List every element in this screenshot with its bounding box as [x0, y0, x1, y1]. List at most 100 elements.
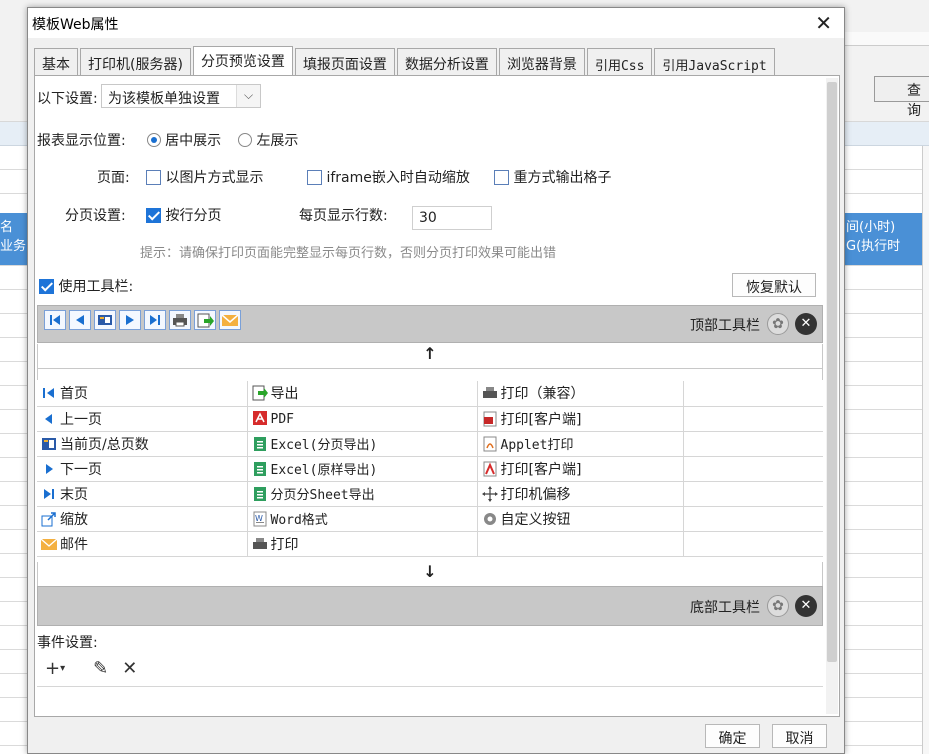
- tab-basic[interactable]: 基本: [34, 48, 78, 76]
- use-toolbar-option[interactable]: 使用工具栏:: [39, 276, 133, 296]
- applet-print-icon: [482, 436, 498, 452]
- item-label: 末页: [60, 486, 88, 503]
- move-down-arrow[interactable]: ↓: [37, 562, 823, 586]
- by-row-option[interactable]: 按行分页: [146, 205, 221, 225]
- mail-icon[interactable]: [219, 310, 241, 330]
- tab-fill-page[interactable]: 填报页面设置: [294, 48, 395, 76]
- events-list[interactable]: [37, 686, 823, 716]
- toolbar-item-page-count[interactable]: 当前页/总页数: [37, 431, 248, 457]
- background-grid-edge: [922, 146, 929, 754]
- toolbar-item-zoom[interactable]: 缩放: [37, 506, 248, 532]
- toolbar-item-print[interactable]: 打印: [247, 531, 478, 557]
- gear-icon[interactable]: ✿: [767, 595, 789, 617]
- delete-icon[interactable]: ✕: [122, 658, 137, 679]
- toolbar-item-excel-paged[interactable]: Excel(分页导出): [247, 431, 478, 457]
- prev-page-icon[interactable]: [69, 310, 91, 330]
- by-row-label[interactable]: 按行分页: [165, 208, 221, 224]
- radio-center[interactable]: [146, 133, 161, 147]
- rows-per-page-input[interactable]: 30: [412, 206, 492, 230]
- repeat-cells-checkbox[interactable]: [494, 170, 509, 185]
- toolbar-item-word[interactable]: W Word格式: [247, 506, 478, 532]
- toolbar-item-empty: [683, 431, 823, 457]
- as-image-option[interactable]: 以图片方式显示: [146, 167, 263, 187]
- report-position-label: 报表显示位置:: [37, 133, 126, 149]
- tab-page-preview[interactable]: 分页预览设置: [192, 46, 293, 76]
- toolbar-item-excel-original[interactable]: Excel(原样导出): [247, 456, 478, 482]
- toolbar-item-empty: [683, 481, 823, 507]
- repeat-cells-option[interactable]: 重方式输出格子: [494, 167, 611, 187]
- radio-left-label[interactable]: 左展示: [256, 133, 298, 149]
- close-icon[interactable]: ✕: [795, 313, 817, 335]
- edit-icon[interactable]: ✎: [93, 658, 108, 679]
- move-up-arrow[interactable]: ↑: [37, 344, 823, 368]
- page-count-icon[interactable]: [94, 310, 116, 330]
- table-row: 首页 导出 打印（兼容）: [37, 381, 823, 407]
- toolbar-item-print-compat[interactable]: 打印（兼容）: [477, 381, 684, 407]
- toolbar-item-export[interactable]: 导出: [247, 381, 478, 407]
- tab-printer-server[interactable]: 打印机(服务器): [80, 48, 191, 76]
- print-icon: [252, 536, 268, 552]
- toolbar-item-pdf[interactable]: PDF: [247, 406, 478, 432]
- settings-scope-value: 为该模板单独设置: [108, 91, 220, 107]
- add-icon[interactable]: +▾: [45, 658, 79, 679]
- item-label: 打印机偏移: [500, 486, 571, 503]
- use-toolbar-label[interactable]: 使用工具栏:: [58, 279, 133, 295]
- gear-icon: [482, 511, 498, 527]
- toolbar-item-mail[interactable]: 邮件: [37, 531, 248, 557]
- item-label: 自定义按钮: [500, 511, 571, 528]
- print-icon[interactable]: [169, 310, 191, 330]
- restore-default-button[interactable]: 恢复默认: [732, 273, 816, 297]
- use-toolbar-checkbox[interactable]: [39, 279, 54, 294]
- first-page-icon[interactable]: [44, 310, 66, 330]
- toolbar-item-sheet-export[interactable]: 分页分Sheet导出: [247, 481, 478, 507]
- repeat-cells-label[interactable]: 重方式输出格子: [513, 170, 611, 186]
- toolbar-item-print-client[interactable]: 打印[客户端]: [477, 406, 684, 432]
- next-page-icon[interactable]: [119, 310, 141, 330]
- background-cell-left[interactable]: 名 业务: [0, 213, 30, 265]
- toolbar-item-custom-button[interactable]: 自定义按钮: [477, 506, 684, 532]
- vertical-scrollbar[interactable]: [826, 78, 838, 714]
- toolbar-item-prev-page[interactable]: 上一页: [37, 406, 248, 432]
- iframe-scale-option[interactable]: iframe嵌入时自动缩放: [307, 167, 470, 187]
- export-icon[interactable]: [194, 310, 216, 330]
- zoom-icon: [41, 511, 57, 527]
- query-button[interactable]: 查询: [874, 76, 929, 119]
- settings-scope-select[interactable]: 为该模板单独设置 ⌵: [101, 84, 261, 108]
- as-image-label[interactable]: 以图片方式显示: [165, 170, 263, 186]
- as-image-checkbox[interactable]: [146, 170, 161, 185]
- bottom-toolbar-area[interactable]: 底部工具栏 ✿ ✕: [37, 586, 823, 626]
- cell-text: 名: [0, 220, 14, 235]
- cancel-button[interactable]: 取消: [772, 724, 827, 748]
- radio-center-label[interactable]: 居中展示: [165, 133, 221, 149]
- background-cell-right[interactable]: 间(小时) G(执行时: [842, 213, 922, 265]
- item-label: Applet打印: [500, 438, 574, 453]
- iframe-scale-checkbox[interactable]: [307, 170, 322, 185]
- toolbar-item-last-page[interactable]: 末页: [37, 481, 248, 507]
- table-row: 上一页 PDF 打印[客户端]: [37, 406, 823, 432]
- scrollbar-thumb[interactable]: [827, 82, 837, 662]
- toolbar-item-applet-print[interactable]: Applet打印: [477, 431, 684, 457]
- last-page-icon[interactable]: [144, 310, 166, 330]
- table-row: 末页 分页分Sheet导出 打印机偏移: [37, 481, 823, 507]
- toolbar-item-next-page[interactable]: 下一页: [37, 456, 248, 482]
- tab-bar: 基本 打印机(服务器) 分页预览设置 填报页面设置 数据分析设置 浏览器背景 引…: [34, 46, 777, 76]
- toolbar-item-printer-offset[interactable]: 打印机偏移: [477, 481, 684, 507]
- chevron-down-icon[interactable]: ⌵: [236, 85, 260, 107]
- tab-css[interactable]: 引用Css: [586, 48, 653, 76]
- tab-browser-background[interactable]: 浏览器背景: [498, 48, 585, 76]
- pagination-label: 分页设置:: [65, 208, 126, 224]
- close-icon[interactable]: ✕: [795, 595, 817, 617]
- by-row-checkbox[interactable]: [146, 208, 161, 223]
- gear-icon[interactable]: ✿: [767, 313, 789, 335]
- ok-button[interactable]: 确定: [705, 724, 760, 748]
- iframe-scale-label[interactable]: iframe嵌入时自动缩放: [326, 170, 469, 186]
- table-row: 下一页 Excel(原样导出) 打印[客户端]: [37, 456, 823, 482]
- tab-javascript[interactable]: 引用JavaScript: [654, 48, 775, 76]
- toolbar-item-print-client-pdf[interactable]: 打印[客户端]: [477, 456, 684, 482]
- toolbar-item-first-page[interactable]: 首页: [37, 381, 248, 407]
- radio-left[interactable]: [237, 133, 252, 147]
- toolbar-item-empty: [683, 506, 823, 532]
- close-icon[interactable]: ✕: [815, 11, 832, 35]
- tab-data-analysis[interactable]: 数据分析设置: [396, 48, 497, 76]
- top-toolbar-area[interactable]: 顶部工具栏 ✿ ✕: [37, 305, 823, 343]
